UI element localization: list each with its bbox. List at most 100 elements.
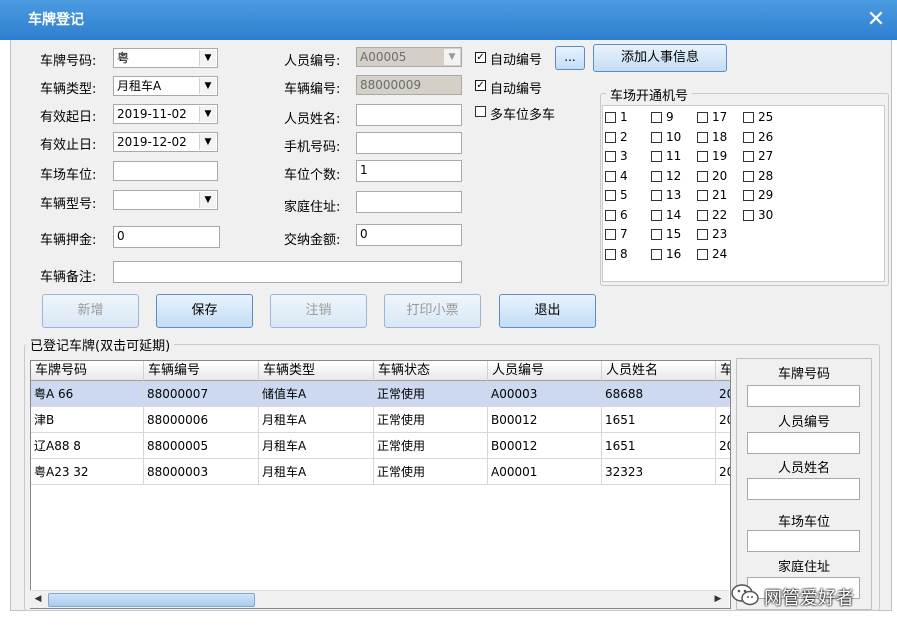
gate-checkbox[interactable] [651, 209, 662, 221]
browse-button[interactable]: ... [555, 46, 585, 70]
table-horizontal-scrollbar[interactable]: ◀ ▶ [30, 590, 729, 608]
chevron-down-icon[interactable]: ▼ [199, 192, 216, 208]
table-cell: 20 [716, 381, 730, 407]
chevron-down-icon[interactable]: ▼ [199, 78, 216, 94]
gate-checkbox[interactable] [651, 151, 662, 162]
column-header[interactable]: 车 [716, 361, 730, 381]
auto-number-checkbox-1[interactable]: ✓ [475, 52, 486, 63]
multi-space-checkbox[interactable] [475, 106, 486, 117]
parking-space-input[interactable] [113, 161, 218, 181]
valid-to-date[interactable]: 2019-12-02 ▼ [113, 132, 218, 152]
vehicle-model-select[interactable]: ▼ [113, 190, 218, 210]
gate-checkbox[interactable] [651, 190, 662, 201]
payment-input[interactable]: 0 [356, 224, 462, 246]
space-count-input[interactable]: 1 [356, 160, 462, 182]
exit-button[interactable]: 退出 [499, 294, 596, 328]
close-icon[interactable]: ✕ [862, 6, 890, 34]
wechat-logo-icon [730, 582, 760, 608]
table-cell: 88000006 [144, 407, 259, 433]
gate-checkbox[interactable] [605, 170, 616, 182]
gate-checkbox[interactable] [605, 131, 616, 143]
save-button[interactable]: 保存 [156, 294, 253, 328]
remark-input[interactable] [113, 261, 462, 283]
gate-checkbox[interactable] [651, 248, 662, 260]
gate-checkbox[interactable] [605, 248, 616, 260]
gate-checkbox[interactable] [605, 151, 616, 162]
gate-checkbox[interactable] [697, 190, 708, 201]
gate-checkbox[interactable] [743, 131, 754, 143]
gate-checkbox[interactable] [743, 151, 754, 162]
table-cell: 粤A 66 [31, 381, 144, 407]
gate-checkbox[interactable] [743, 112, 754, 123]
address-label: 家庭住址: [284, 200, 341, 215]
gate-checkbox[interactable] [651, 131, 662, 143]
search-panel: 车牌号码 人员编号 人员姓名 车场车位 家庭住址 [736, 358, 872, 610]
gate-checkbox[interactable] [743, 209, 754, 221]
table-cell: 20 [716, 459, 730, 485]
valid-from-date[interactable]: 2019-11-02 ▼ [113, 104, 218, 124]
gate-checkbox[interactable] [697, 112, 708, 123]
address-input[interactable] [356, 191, 462, 213]
phone-input[interactable] [356, 132, 462, 154]
gate-checkbox[interactable] [651, 170, 662, 182]
gate-checkbox[interactable] [697, 209, 708, 221]
table-cell: 粤A23 32 [31, 459, 144, 485]
gate-checkbox[interactable] [651, 112, 662, 123]
table-cell: 储值车A [259, 381, 374, 407]
gate-number-label: 24 [712, 246, 728, 261]
gate-number-label: 13 [666, 188, 682, 202]
column-header[interactable]: 车辆状态 [374, 361, 488, 381]
add-person-button[interactable]: 添加人事信息 [593, 44, 727, 72]
cancel-button[interactable]: 注销 [270, 294, 367, 328]
vehicle-no-value: 88000009 [360, 78, 422, 92]
phone-label: 手机号码: [284, 140, 341, 155]
gate-checkbox[interactable] [743, 170, 754, 182]
search-person-name-input[interactable] [747, 478, 860, 500]
search-plate-label: 车牌号码 [777, 367, 830, 382]
gate-checkbox[interactable] [697, 248, 708, 260]
chevron-down-icon[interactable]: ▼ [199, 106, 216, 122]
search-space-label: 车场车位 [777, 515, 830, 530]
search-person-no-input[interactable] [747, 432, 860, 454]
gate-checkbox[interactable] [605, 190, 616, 201]
scroll-left-icon[interactable]: ◀ [32, 593, 44, 605]
print-button[interactable]: 打印小票 [384, 294, 481, 328]
gate-checkbox[interactable] [605, 229, 616, 240]
watermark-text: 网管爱好者 [764, 588, 854, 609]
valid-from-label: 有效起日: [40, 110, 97, 125]
column-header[interactable]: 人员姓名 [602, 361, 716, 381]
column-header[interactable]: 车辆编号 [144, 361, 259, 381]
scroll-right-icon[interactable]: ▶ [712, 593, 724, 605]
gate-checkbox[interactable] [697, 151, 708, 162]
gate-number-label: 12 [666, 168, 682, 183]
column-header[interactable]: 车牌号码 [31, 361, 144, 381]
valid-to-label: 有效止日: [40, 138, 97, 153]
gate-number-label: 8 [620, 246, 628, 261]
scrollbar-thumb[interactable] [48, 593, 255, 607]
chevron-down-icon[interactable]: ▼ [199, 50, 216, 66]
gate-checkbox[interactable] [605, 209, 616, 221]
vehicle-type-select[interactable]: 月租车A ▼ [113, 76, 218, 96]
person-name-input[interactable] [356, 104, 462, 126]
add-button[interactable]: 新增 [42, 294, 139, 328]
gate-checkbox[interactable] [697, 131, 708, 143]
column-header[interactable]: 车辆类型 [259, 361, 374, 381]
gate-checkbox[interactable] [697, 229, 708, 240]
gate-number-label: 6 [620, 207, 628, 222]
chevron-down-icon[interactable]: ▼ [199, 134, 216, 150]
gate-checkbox[interactable] [605, 112, 616, 123]
column-header[interactable]: 人员编号 [488, 361, 602, 381]
deposit-input[interactable]: 0 [113, 226, 220, 248]
plate-select[interactable]: 粤 ▼ [113, 48, 218, 68]
gate-checkbox[interactable] [651, 229, 662, 240]
table-cell: 月租车A [259, 433, 374, 459]
gate-number-label: 30 [758, 207, 774, 222]
valid-from-value: 2019-11-02 [117, 107, 187, 121]
auto-number-checkbox-2[interactable]: ✓ [475, 80, 486, 91]
search-plate-input[interactable] [747, 385, 860, 407]
gate-checkbox[interactable] [697, 170, 708, 182]
gate-checkbox[interactable] [743, 190, 754, 201]
deposit-label: 车辆押金: [40, 233, 97, 248]
search-space-input[interactable] [747, 530, 860, 552]
gate-number-label: 29 [758, 188, 774, 202]
